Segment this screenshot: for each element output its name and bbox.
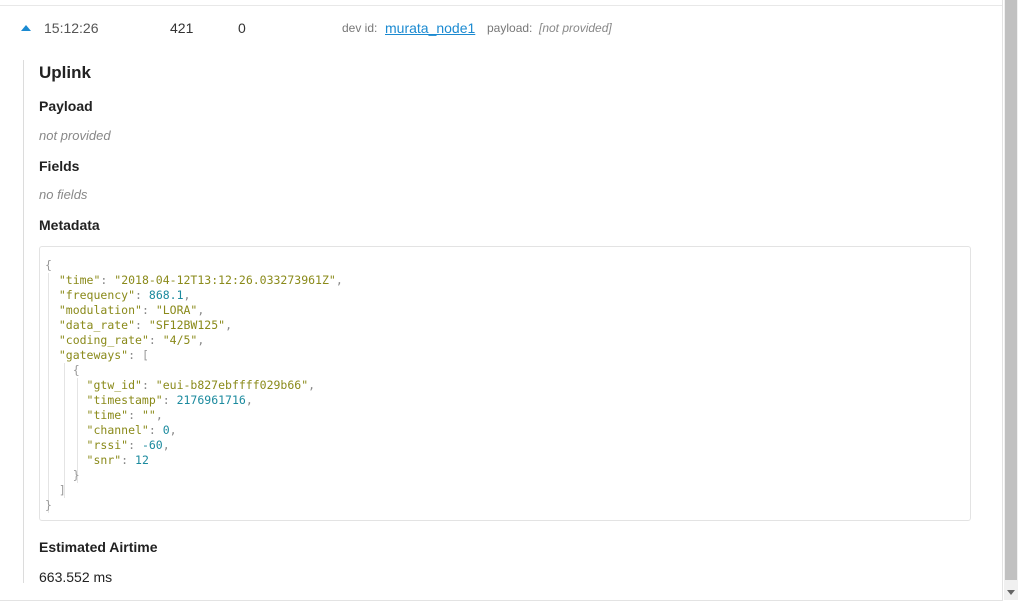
collapse-caret-icon[interactable] xyxy=(21,25,31,31)
payload-text: not provided xyxy=(39,128,111,143)
fields-text: no fields xyxy=(39,187,88,202)
dev-id-link[interactable]: murata_node1 xyxy=(385,20,475,36)
message-row[interactable]: 15:12:26 421 0 dev id: murata_node1 payl… xyxy=(0,14,1000,42)
airtime-heading: Estimated Airtime xyxy=(39,539,158,555)
metadata-heading: Metadata xyxy=(39,217,100,233)
frame-counter: 421 xyxy=(170,20,194,36)
message-time: 15:12:26 xyxy=(44,20,99,36)
payload-heading: Payload xyxy=(39,98,93,114)
detail-indent-line xyxy=(23,60,24,583)
payload-value: [not provided] xyxy=(539,21,612,35)
scroll-down-arrow-icon[interactable] xyxy=(1007,590,1015,595)
airtime-value: 663.552 ms xyxy=(39,569,113,585)
fields-heading: Fields xyxy=(39,158,80,174)
metadata-json: { "time": "2018-04-12T13:12:26.033273961… xyxy=(45,258,343,512)
uplink-message-panel: 15:12:26 421 0 dev id: murata_node1 payl… xyxy=(0,0,1003,601)
scrollbar-thumb[interactable] xyxy=(1005,0,1017,580)
dev-id-label: dev id: xyxy=(342,21,378,35)
divider xyxy=(0,5,1002,6)
payload-label: payload: xyxy=(487,21,533,35)
port: 0 xyxy=(238,20,246,36)
detail-title: Uplink xyxy=(39,63,91,82)
metadata-json-viewer[interactable]: { "time": "2018-04-12T13:12:26.033273961… xyxy=(39,246,971,521)
